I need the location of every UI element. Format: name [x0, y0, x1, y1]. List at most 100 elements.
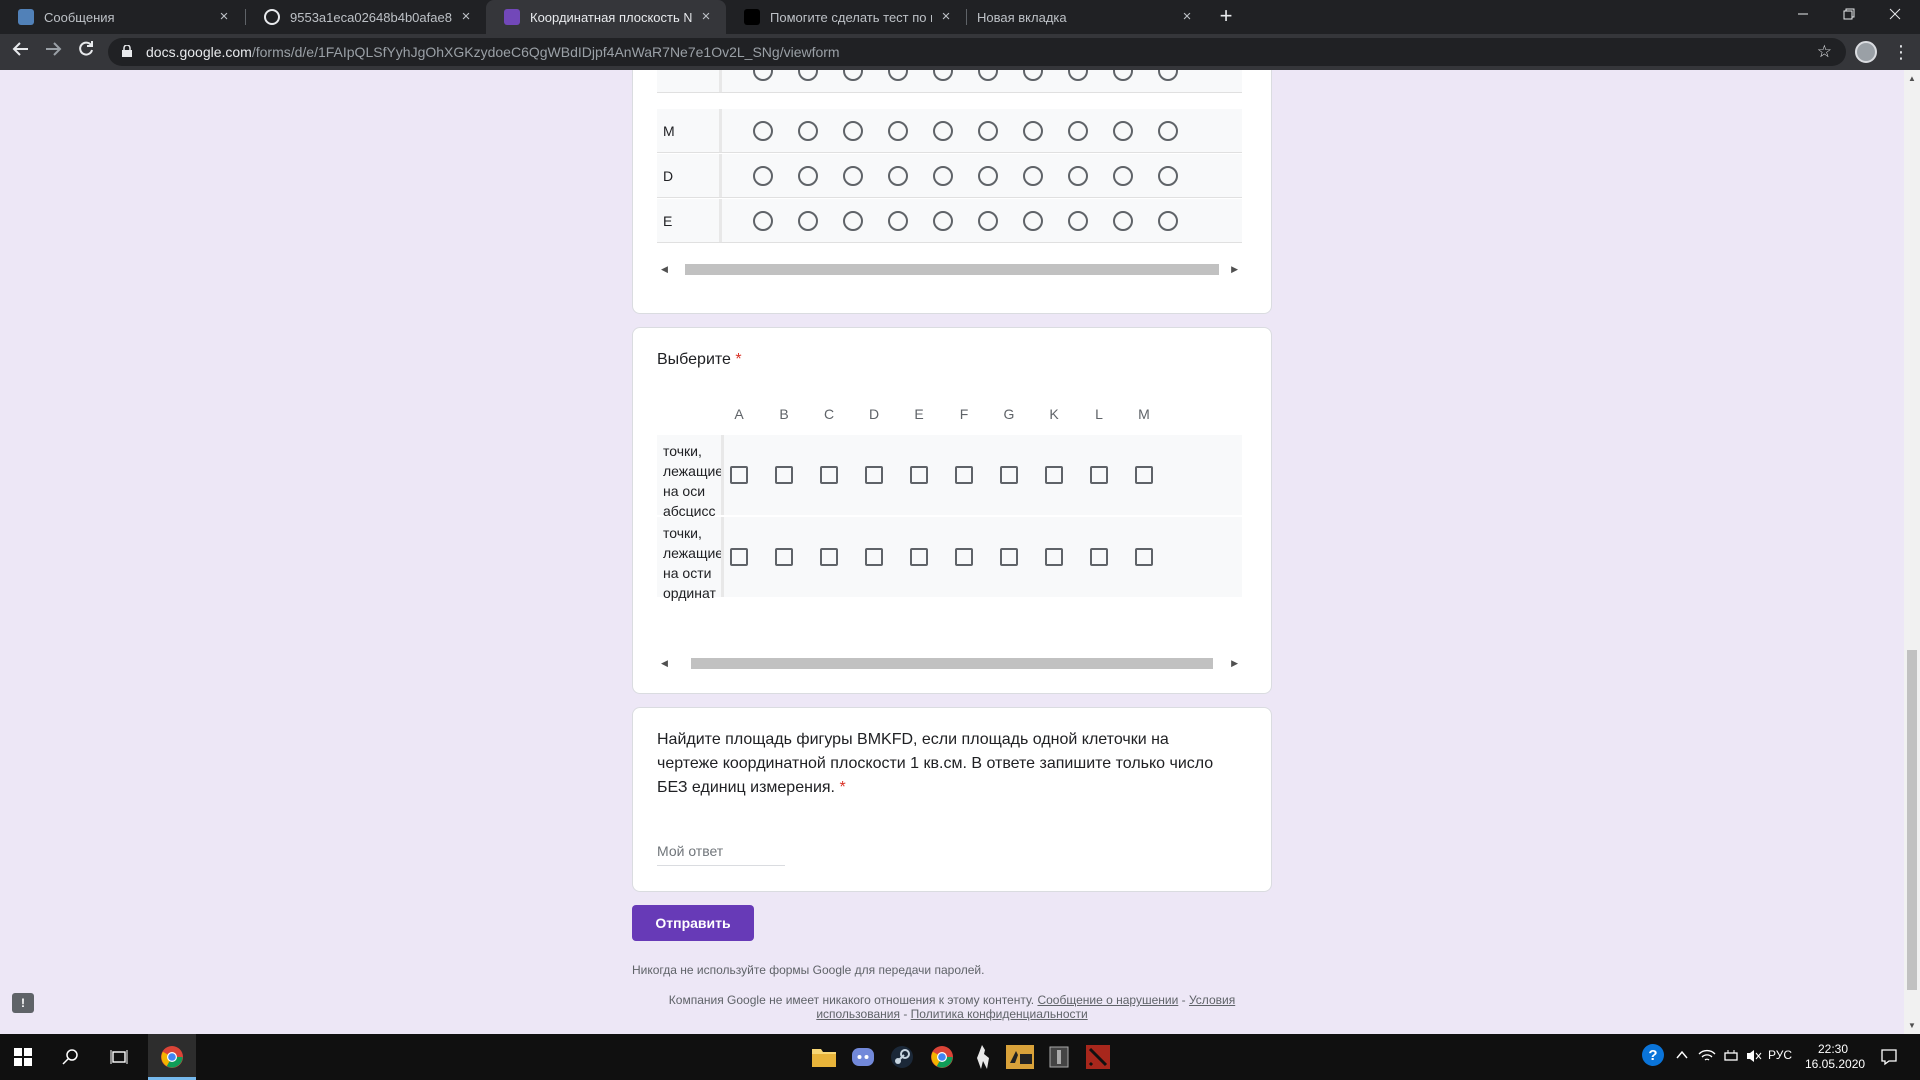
radio-option[interactable]	[753, 166, 773, 186]
tab-image-link[interactable]: 9553a1eca02648b4b0afae86841 ×	[246, 0, 486, 34]
checkbox-option[interactable]	[1045, 548, 1063, 566]
language-indicator[interactable]: РУС	[1768, 1048, 1792, 1062]
radio-option[interactable]	[843, 166, 863, 186]
radio-option[interactable]	[798, 166, 818, 186]
checkbox-option[interactable]	[1090, 548, 1108, 566]
close-tab-icon[interactable]: ×	[1179, 9, 1195, 25]
radio-option[interactable]	[978, 70, 998, 81]
taskbar-csgo[interactable]	[1004, 1041, 1036, 1073]
radio-option[interactable]	[843, 211, 863, 231]
radio-option[interactable]	[843, 121, 863, 141]
help-tray-button[interactable]: ?	[1641, 1043, 1665, 1070]
radio-option[interactable]	[933, 166, 953, 186]
radio-option[interactable]	[753, 70, 773, 81]
search-button[interactable]	[55, 1041, 87, 1073]
windows-start-button[interactable]	[7, 1041, 39, 1073]
scroll-right-icon[interactable]: ▶	[1231, 658, 1238, 669]
page-scrollbar-thumb[interactable]	[1907, 650, 1917, 990]
radio-option[interactable]	[1113, 211, 1133, 231]
radio-option[interactable]	[933, 70, 953, 81]
radio-option[interactable]	[798, 121, 818, 141]
radio-option[interactable]	[1158, 121, 1178, 141]
radio-option[interactable]	[1068, 121, 1088, 141]
report-abuse-link[interactable]: Сообщение о нарушении	[1037, 993, 1178, 1007]
radio-option[interactable]	[888, 121, 908, 141]
tab-new-tab[interactable]: Новая вкладка ×	[967, 0, 1207, 34]
checkbox-option[interactable]	[910, 466, 928, 484]
checkbox-option[interactable]	[730, 548, 748, 566]
radio-option[interactable]	[1113, 70, 1133, 81]
radio-option[interactable]	[798, 70, 818, 81]
grid-horizontal-scrollbar[interactable]: ◀ ▶	[657, 261, 1242, 278]
taskbar-chrome[interactable]	[926, 1041, 958, 1073]
new-tab-button[interactable]: +	[1213, 4, 1239, 30]
radio-option[interactable]	[1023, 121, 1043, 141]
address-bar[interactable]: docs.google.com/forms/d/e/1FAIpQLSfYyhJg…	[108, 38, 1846, 66]
close-tab-icon[interactable]: ×	[698, 9, 714, 25]
forward-button[interactable]	[41, 40, 65, 64]
taskbar-game-character[interactable]	[966, 1041, 998, 1073]
radio-option[interactable]	[1068, 211, 1088, 231]
taskbar-app-door[interactable]	[1043, 1041, 1075, 1073]
task-view-button[interactable]	[103, 1041, 135, 1073]
radio-option[interactable]	[1113, 121, 1133, 141]
radio-option[interactable]	[843, 70, 863, 81]
close-window-button[interactable]	[1872, 0, 1918, 30]
bookmark-star-icon[interactable]: ☆	[1817, 42, 1832, 62]
network-tray-button[interactable]	[1698, 1048, 1716, 1067]
checkbox-option[interactable]	[1000, 466, 1018, 484]
checkbox-option[interactable]	[1045, 466, 1063, 484]
checkbox-option[interactable]	[1135, 548, 1153, 566]
radio-option[interactable]	[978, 166, 998, 186]
profile-avatar[interactable]	[1855, 41, 1877, 63]
scroll-left-icon[interactable]: ◀	[661, 658, 668, 669]
taskbar-dota2[interactable]	[1082, 1041, 1114, 1073]
tab-messages[interactable]: Сообщения ×	[0, 0, 244, 34]
radio-option[interactable]	[1158, 70, 1178, 81]
checkbox-option[interactable]	[1135, 466, 1153, 484]
radio-option[interactable]	[933, 211, 953, 231]
grid-horizontal-scrollbar[interactable]: ◀ ▶	[657, 655, 1242, 672]
radio-option[interactable]	[753, 211, 773, 231]
radio-option[interactable]	[1158, 211, 1178, 231]
radio-option[interactable]	[933, 121, 953, 141]
radio-option[interactable]	[798, 211, 818, 231]
checkbox-option[interactable]	[775, 466, 793, 484]
close-tab-icon[interactable]: ×	[458, 9, 474, 25]
checkbox-option[interactable]	[955, 466, 973, 484]
restore-button[interactable]	[1826, 0, 1872, 30]
show-hidden-icons-button[interactable]	[1675, 1048, 1689, 1065]
close-tab-icon[interactable]: ×	[938, 9, 954, 25]
report-problem-button[interactable]: !	[12, 993, 34, 1013]
tab-znanija[interactable]: Помогите сделать тест по мате ×	[726, 0, 966, 34]
radio-option[interactable]	[1023, 211, 1043, 231]
chrome-menu-icon[interactable]: ⋮	[1892, 40, 1910, 64]
scroll-left-icon[interactable]: ◀	[661, 264, 668, 275]
radio-option[interactable]	[753, 121, 773, 141]
privacy-link[interactable]: Политика конфиденциальности	[911, 1007, 1088, 1021]
checkbox-option[interactable]	[730, 466, 748, 484]
radio-option[interactable]	[978, 121, 998, 141]
radio-option[interactable]	[888, 166, 908, 186]
radio-option[interactable]	[1023, 70, 1043, 81]
page-vertical-scrollbar[interactable]: ▲ ▼	[1904, 70, 1920, 1034]
volume-tray-button[interactable]	[1745, 1048, 1763, 1067]
radio-option[interactable]	[1158, 166, 1178, 186]
checkbox-option[interactable]	[1090, 466, 1108, 484]
notifications-button[interactable]	[1880, 1048, 1898, 1069]
taskbar-chrome-pinned[interactable]	[156, 1041, 188, 1073]
checkbox-option[interactable]	[820, 548, 838, 566]
checkbox-option[interactable]	[775, 548, 793, 566]
checkbox-option[interactable]	[820, 466, 838, 484]
minimize-button[interactable]	[1780, 0, 1826, 30]
checkbox-option[interactable]	[865, 466, 883, 484]
radio-option[interactable]	[978, 211, 998, 231]
reload-button[interactable]	[74, 40, 98, 64]
scroll-right-icon[interactable]: ▶	[1231, 264, 1238, 275]
power-tray-button[interactable]	[1722, 1048, 1740, 1067]
tab-google-form[interactable]: Координатная плоскость №2, 6 ×	[486, 0, 726, 34]
radio-option[interactable]	[1113, 166, 1133, 186]
checkbox-option[interactable]	[1000, 548, 1018, 566]
scroll-down-icon[interactable]: ▼	[1908, 1021, 1916, 1030]
close-tab-icon[interactable]: ×	[216, 9, 232, 25]
